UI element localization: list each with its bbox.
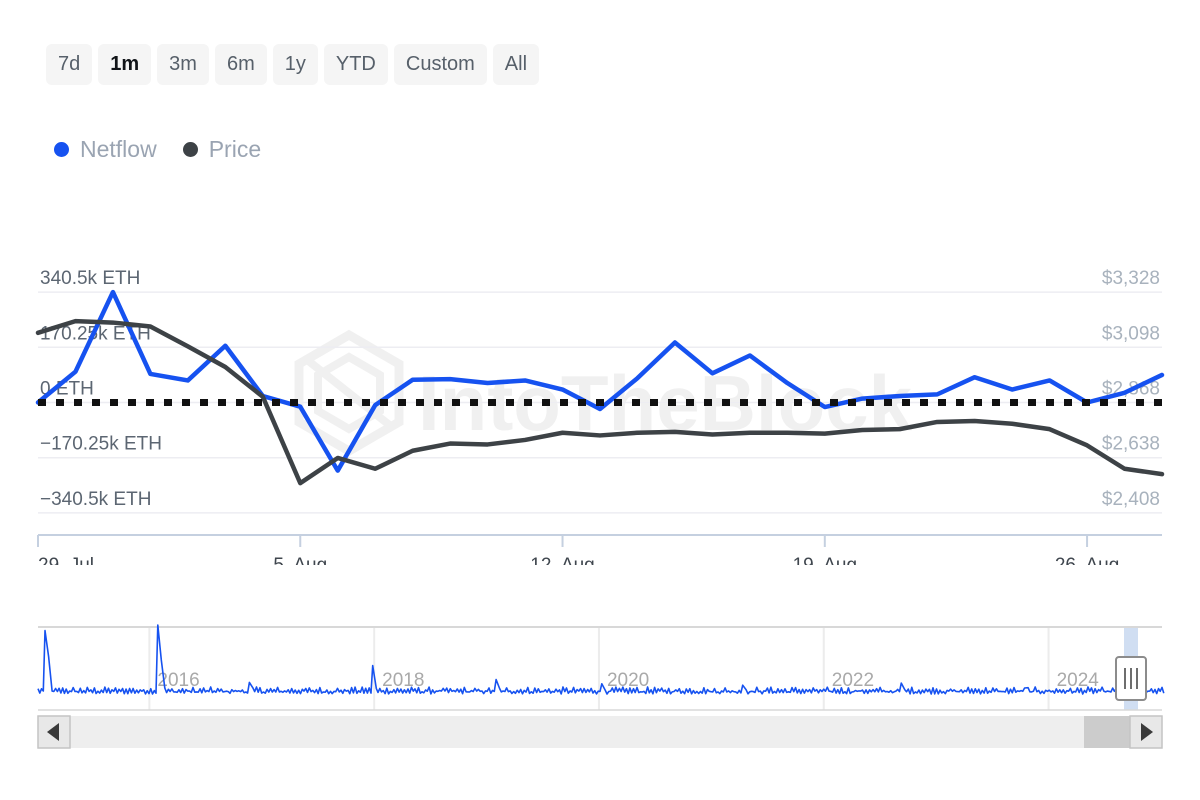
legend-item-price[interactable]: Price xyxy=(183,136,261,163)
y-axis-right-tick-label: $3,328 xyxy=(1102,268,1160,289)
legend-label-price: Price xyxy=(209,136,261,163)
legend-dot-icon xyxy=(183,142,198,157)
scroll-left-arrow-icon[interactable] xyxy=(38,716,70,748)
range-tab-3[interactable]: 6m xyxy=(215,44,267,85)
y-axis-left-tick-label: −170.25k ETH xyxy=(40,434,162,455)
range-selector-tabs: 7d 1m 3m 6m 1y YTD Custom All xyxy=(46,44,539,85)
range-selector-handle-icon[interactable] xyxy=(1116,657,1146,700)
chart-navigator[interactable]: 20162018202020222024 xyxy=(0,610,1200,755)
navigator-series-line xyxy=(38,625,1164,694)
navigator-mini-series xyxy=(38,625,1164,694)
y-axis-left-tick-label: −340.5k ETH xyxy=(40,489,151,510)
legend-dot-icon xyxy=(54,142,69,157)
navigator-svg: 20162018202020222024 xyxy=(0,610,1200,755)
x-axis-tick-label: 12. Aug xyxy=(530,555,594,565)
y-axis-left-tick-label: 340.5k ETH xyxy=(40,268,140,289)
main-chart-svg: IntoTheBlock 340.5k ETH170.25k ETH0 ETH−… xyxy=(0,235,1200,565)
chart-legend: Netflow Price xyxy=(54,136,261,163)
range-tab-2[interactable]: 3m xyxy=(157,44,209,85)
netflow-price-chart-page: 7d 1m 3m 6m 1y YTD Custom All Netflow Pr… xyxy=(0,0,1200,800)
navigator-year-labels: 20162018202020222024 xyxy=(157,670,1099,691)
range-tab-6[interactable]: Custom xyxy=(394,44,487,85)
navigator-scrollbar-track[interactable] xyxy=(38,716,1162,748)
range-tab-7[interactable]: All xyxy=(493,44,539,85)
main-chart-area[interactable]: IntoTheBlock 340.5k ETH170.25k ETH0 ETH−… xyxy=(0,235,1200,565)
y-axis-right-tick-label: $2,638 xyxy=(1102,434,1160,455)
x-axis-tick-label: 29. Jul xyxy=(38,555,94,565)
navigator-year-label: 2022 xyxy=(832,670,874,691)
y-axis-right-tick-label: $3,098 xyxy=(1102,323,1160,344)
navigator-gridlines xyxy=(149,628,1048,710)
navigator-year-label: 2020 xyxy=(607,670,649,691)
legend-item-netflow[interactable]: Netflow xyxy=(54,136,157,163)
range-tab-1[interactable]: 1m xyxy=(98,44,151,85)
x-axis-tick-label: 19. Aug xyxy=(793,555,857,565)
x-axis-tick-label: 26. Aug xyxy=(1055,555,1119,565)
y-axis-right-tick-label: $2,408 xyxy=(1102,489,1160,510)
legend-label-netflow: Netflow xyxy=(80,136,157,163)
range-tab-4[interactable]: 1y xyxy=(273,44,318,85)
scroll-right-arrow-icon[interactable] xyxy=(1130,716,1162,748)
y-axis-left-labels: 340.5k ETH170.25k ETH0 ETH−170.25k ETH−3… xyxy=(40,268,162,510)
x-axis-labels: 29. Jul 5. Aug 12. Aug 19. Aug 26. Aug xyxy=(38,555,1119,565)
range-tab-5[interactable]: YTD xyxy=(324,44,388,85)
range-tab-0[interactable]: 7d xyxy=(46,44,92,85)
x-axis-tick-label: 5. Aug xyxy=(273,555,327,565)
